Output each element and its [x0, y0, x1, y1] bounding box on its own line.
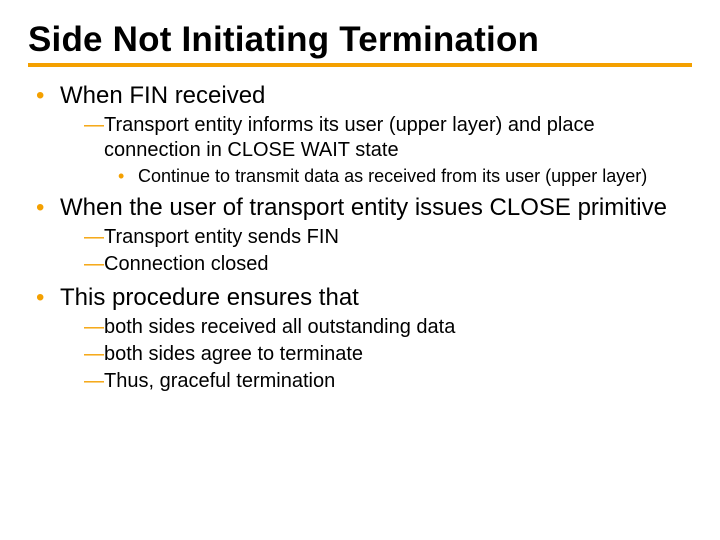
- bullet-text: Transport entity informs its user (upper…: [104, 114, 595, 161]
- bullet-1-sub-1a: Continue to transmit data as received fr…: [28, 165, 692, 188]
- dash-icon: —: [84, 316, 104, 338]
- dash-icon: —: [84, 343, 104, 365]
- bullet-1: When FIN received: [28, 81, 692, 111]
- bullet-2-sub-1: —Transport entity sends FIN: [28, 225, 692, 250]
- bullet-2: When the user of transport entity issues…: [28, 193, 692, 223]
- bullet-2-sub-2: —Connection closed: [28, 252, 692, 277]
- bullet-3-sub-3: —Thus, graceful termination: [28, 369, 692, 394]
- slide-title: Side Not Initiating Termination: [28, 22, 692, 59]
- bullet-3-sub-2: —both sides agree to terminate: [28, 342, 692, 367]
- title-rule: [28, 63, 692, 67]
- dash-icon: —: [84, 370, 104, 392]
- bullet-text: Transport entity sends FIN: [104, 226, 339, 248]
- bullet-text: both sides agree to terminate: [104, 343, 363, 365]
- bullet-text: Thus, graceful termination: [104, 370, 335, 392]
- bullet-text: both sides received all outstanding data: [104, 316, 455, 338]
- bullet-1-sub-1: —Transport entity informs its user (uppe…: [28, 113, 692, 163]
- bullet-text: Connection closed: [104, 253, 269, 275]
- slide: Side Not Initiating Termination When FIN…: [0, 0, 720, 540]
- dash-icon: —: [84, 226, 104, 248]
- bullet-3: This procedure ensures that: [28, 283, 692, 313]
- dash-icon: —: [84, 114, 104, 136]
- bullet-3-sub-1: —both sides received all outstanding dat…: [28, 315, 692, 340]
- dash-icon: —: [84, 253, 104, 275]
